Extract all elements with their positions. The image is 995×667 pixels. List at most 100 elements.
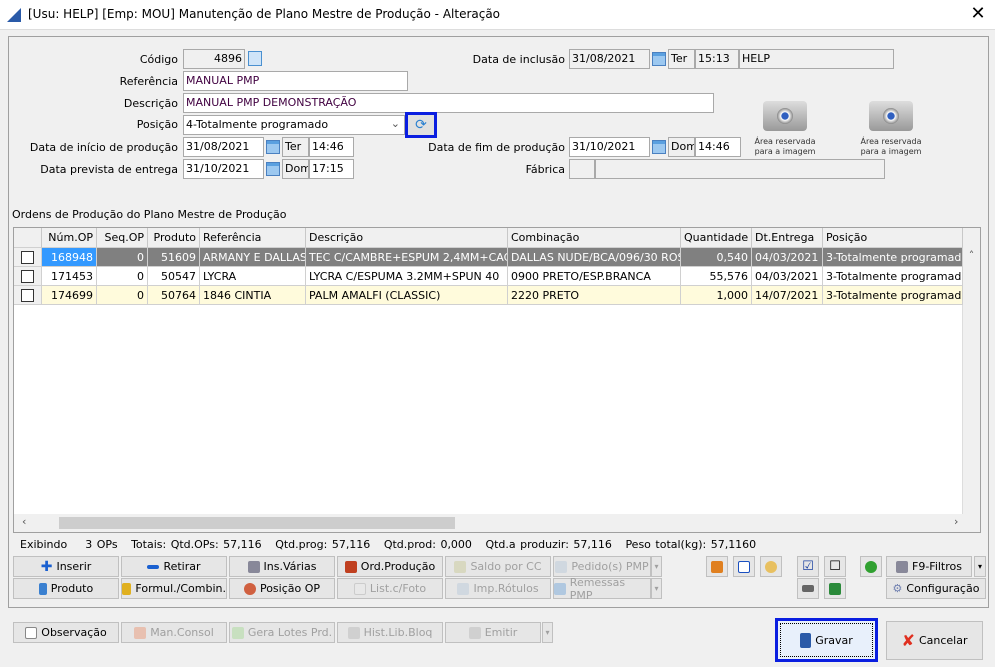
entrega-hora-field[interactable]: 17:15 — [309, 159, 354, 179]
inicio-data-field[interactable]: 31/08/2021 — [183, 137, 264, 157]
table-cell[interactable]: 168948 — [42, 248, 97, 267]
column-header[interactable]: Posição — [823, 228, 963, 248]
table-cell[interactable]: 55,576 — [681, 267, 752, 286]
column-header[interactable]: Núm.OP — [42, 228, 97, 248]
column-header[interactable]: Referência — [200, 228, 306, 248]
posicao-op-button[interactable]: Posição OP — [229, 578, 335, 599]
retirar-button[interactable]: Retirar — [121, 556, 227, 577]
column-header[interactable]: Descrição — [306, 228, 508, 248]
export-button[interactable] — [706, 556, 728, 577]
gravar-button[interactable]: Gravar — [775, 618, 878, 662]
scroll-up-icon[interactable]: ˄ — [963, 249, 980, 262]
table-cell[interactable]: 0 — [97, 286, 148, 305]
produto-button[interactable]: Produto — [13, 578, 119, 599]
ord-producao-button[interactable]: Ord.Produção — [337, 556, 443, 577]
referencia-field[interactable]: MANUAL PMP — [183, 71, 408, 91]
table-cell[interactable]: 174699 — [42, 286, 97, 305]
grid-title: Ordens de Produção do Plano Mestre de Pr… — [12, 208, 287, 221]
refresh-grid-button[interactable] — [860, 556, 882, 577]
status-exibindo: Exibindo — [20, 538, 68, 551]
column-header[interactable]: Dt.Entrega — [752, 228, 823, 248]
table-cell[interactable]: TEC C/CAMBRE+ESPUM 2,4MM+CACH — [306, 248, 508, 267]
inicio-hora-field[interactable]: 14:46 — [309, 137, 354, 157]
column-header[interactable]: Combinação — [508, 228, 681, 248]
row-select-cell[interactable] — [14, 248, 42, 267]
calendar-icon[interactable] — [266, 162, 280, 176]
f9-filtros-button[interactable]: F9-Filtros — [886, 556, 972, 577]
table-cell[interactable]: 50547 — [148, 267, 200, 286]
search-icon[interactable] — [248, 51, 262, 66]
column-header[interactable] — [14, 228, 42, 248]
color-button[interactable] — [760, 556, 782, 577]
table-cell[interactable]: 1846 CINTIA — [200, 286, 306, 305]
row-checkbox[interactable] — [21, 270, 34, 283]
configuracao-button[interactable]: ⚙ Configuração — [886, 578, 986, 599]
table-cell[interactable]: 171453 — [42, 267, 97, 286]
ins-varias-button[interactable]: Ins.Várias — [229, 556, 335, 577]
lots-icon — [231, 626, 244, 639]
table-cell[interactable]: 3-Totalmente programada — [823, 286, 963, 305]
scroll-left-icon[interactable]: ‹ — [22, 515, 26, 528]
descricao-field[interactable]: MANUAL PMP DEMONSTRAÇÃO — [183, 93, 714, 113]
scroll-right-icon[interactable]: › — [954, 515, 958, 528]
refresh-button[interactable]: ⟳ — [405, 112, 437, 138]
table-cell[interactable]: 04/03/2021 — [752, 248, 823, 267]
codigo-field[interactable]: 4896 — [183, 49, 245, 69]
table-cell[interactable]: 1,000 — [681, 286, 752, 305]
table-cell[interactable]: LYCRA C/ESPUMA 3.2MM+SPUN 40 — [306, 267, 508, 286]
cancelar-button[interactable]: ✘ Cancelar — [886, 621, 983, 660]
sort-button[interactable] — [733, 556, 755, 577]
document-icon — [555, 560, 568, 573]
table-cell[interactable]: 0,540 — [681, 248, 752, 267]
formul-button[interactable]: Formul./Combin. — [121, 578, 227, 599]
column-header[interactable]: Quantidade — [681, 228, 752, 248]
calendar-icon[interactable] — [652, 140, 666, 154]
fim-hora-field[interactable]: 14:46 — [695, 137, 741, 157]
binoculars-button[interactable] — [797, 578, 819, 599]
table-cell[interactable]: 0900 PRETO/ESP.BRANCA — [508, 267, 681, 286]
table-cell[interactable]: ARMANY E DALLAS — [200, 248, 306, 267]
entrega-data-field[interactable]: 31/10/2021 — [183, 159, 264, 179]
table-cell[interactable]: 3-Totalmente programada — [823, 248, 963, 267]
table-cell[interactable]: 0 — [97, 248, 148, 267]
row-checkbox[interactable] — [21, 251, 34, 264]
observacao-button[interactable]: Observação — [13, 622, 119, 643]
calendar-icon — [652, 52, 666, 66]
uncheck-all-button[interactable]: ☐ — [824, 556, 846, 577]
excel-button[interactable] — [824, 578, 846, 599]
table-cell[interactable]: LYCRA — [200, 267, 306, 286]
vertical-scrollbar[interactable]: ˄ — [962, 228, 980, 515]
fabrica-codigo[interactable] — [569, 159, 595, 179]
horizontal-scrollbar[interactable]: ‹ › — [14, 514, 980, 532]
table-cell[interactable]: 3-Totalmente programada — [823, 267, 963, 286]
table-cell[interactable]: 0 — [97, 267, 148, 286]
table-cell[interactable]: PALM AMALFI (CLASSIC) — [306, 286, 508, 305]
table-cell[interactable]: 50764 — [148, 286, 200, 305]
saldo-cc-label: Saldo por CC — [470, 560, 542, 573]
camera-icon[interactable] — [869, 101, 913, 131]
row-select-cell[interactable] — [14, 267, 42, 286]
check-all-button[interactable]: ☑ — [797, 556, 819, 577]
produto-label: Produto — [50, 582, 94, 595]
inserir-button[interactable]: ✚ Inserir — [13, 556, 119, 577]
window-title: [Usu: HELP] [Emp: MOU] Manutenção de Pla… — [28, 7, 501, 21]
row-select-cell[interactable] — [14, 286, 42, 305]
row-checkbox[interactable] — [21, 289, 34, 302]
table-cell[interactable]: DALLAS NUDE/BCA/096/30 ROSE — [508, 248, 681, 267]
table-cell[interactable]: 51609 — [148, 248, 200, 267]
table-cell[interactable]: 14/07/2021 — [752, 286, 823, 305]
consol-icon — [134, 626, 147, 639]
column-header[interactable]: Produto — [148, 228, 200, 248]
calendar-icon[interactable] — [266, 140, 280, 154]
close-button[interactable]: ✕ — [966, 2, 990, 26]
column-header[interactable]: Seq.OP — [97, 228, 148, 248]
scroll-thumb[interactable] — [59, 517, 455, 529]
status-prod: Qtd.prod: 0,000 — [383, 538, 472, 551]
filter-dropdown-button[interactable]: ▾ — [974, 556, 986, 577]
table-cell[interactable]: 2220 PRETO — [508, 286, 681, 305]
inclusao-hora: 15:13 — [695, 49, 739, 69]
camera-icon[interactable] — [763, 101, 807, 131]
table-cell[interactable]: 04/03/2021 — [752, 267, 823, 286]
posicao-select[interactable]: 4-Totalmente programado ⌄ — [183, 115, 405, 135]
fim-data-field[interactable]: 31/10/2021 — [569, 137, 650, 157]
